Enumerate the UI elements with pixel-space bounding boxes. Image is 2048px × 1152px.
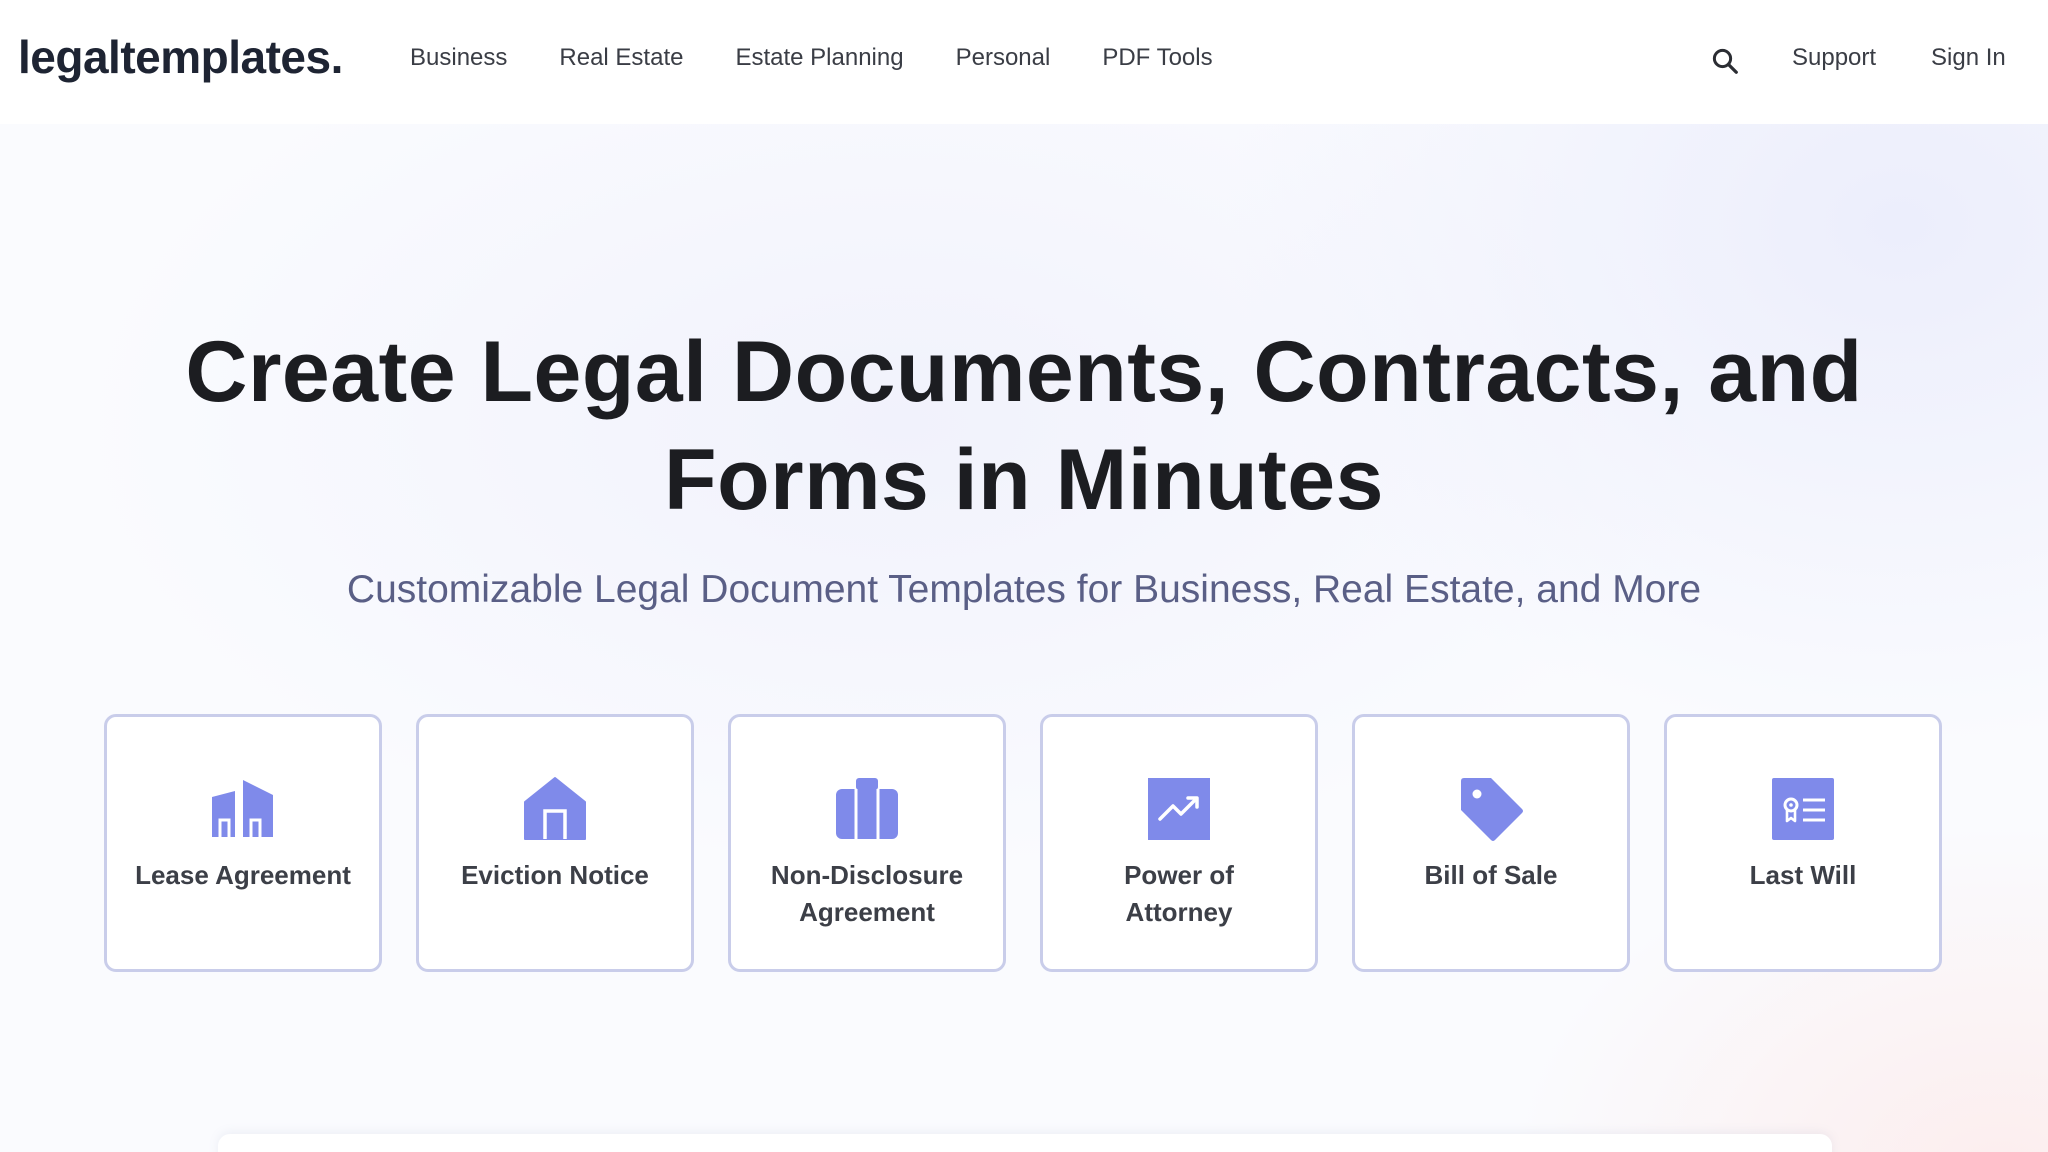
- nav-item-business[interactable]: Business: [410, 44, 507, 72]
- site-header: legaltemplates. Business Real Estate Est…: [0, 0, 2048, 124]
- nav-item-personal[interactable]: Personal: [956, 44, 1051, 72]
- document-cards: Lease Agreement Eviction Notice Non-Disc…: [104, 714, 1942, 972]
- page-subtitle: Customizable Legal Document Templates fo…: [346, 568, 1702, 611]
- main-nav: Business Real Estate Estate Planning Per…: [410, 44, 1213, 72]
- certificate-icon: [1772, 778, 1834, 840]
- headline-line-1: Create Legal Documents, Contracts, and: [185, 324, 1863, 420]
- page-title: Create Legal Documents, Contracts, and F…: [0, 318, 2048, 534]
- house-icon: [524, 777, 586, 840]
- card-power-of-attorney[interactable]: Power of Attorney: [1040, 714, 1318, 972]
- search-panel-top: [218, 1134, 1832, 1152]
- price-tag-icon: [1461, 778, 1523, 841]
- site-logo[interactable]: legaltemplates.: [18, 30, 343, 84]
- card-label: Bill of Sale: [1424, 860, 1558, 890]
- briefcase-icon: [836, 778, 898, 839]
- nav-item-estate-planning[interactable]: Estate Planning: [735, 44, 903, 72]
- card-eviction-notice[interactable]: Eviction Notice: [416, 714, 694, 972]
- hero-section: [0, 124, 2048, 1152]
- card-lease-agreement[interactable]: Lease Agreement: [104, 714, 382, 972]
- support-link[interactable]: Support: [1792, 44, 1876, 72]
- search-icon[interactable]: [1710, 46, 1740, 76]
- sign-in-link[interactable]: Sign In: [1931, 44, 2006, 72]
- headline-line-2: Forms in Minutes: [664, 432, 1384, 528]
- buildings-icon: [212, 780, 273, 837]
- card-label: Power of Attorney: [1124, 860, 1234, 927]
- card-label: Non-Disclosure Agreement: [770, 860, 964, 927]
- card-non-disclosure-agreement[interactable]: Non-Disclosure Agreement: [728, 714, 1006, 972]
- card-last-will[interactable]: Last Will: [1664, 714, 1942, 972]
- nav-item-real-estate[interactable]: Real Estate: [559, 44, 683, 72]
- card-label: Eviction Notice: [461, 860, 649, 890]
- trending-up-icon: [1148, 778, 1210, 840]
- card-label: Last Will: [1749, 860, 1857, 890]
- card-label: Lease Agreement: [135, 860, 351, 890]
- nav-item-pdf-tools[interactable]: PDF Tools: [1102, 44, 1212, 72]
- card-bill-of-sale[interactable]: Bill of Sale: [1352, 714, 1630, 972]
